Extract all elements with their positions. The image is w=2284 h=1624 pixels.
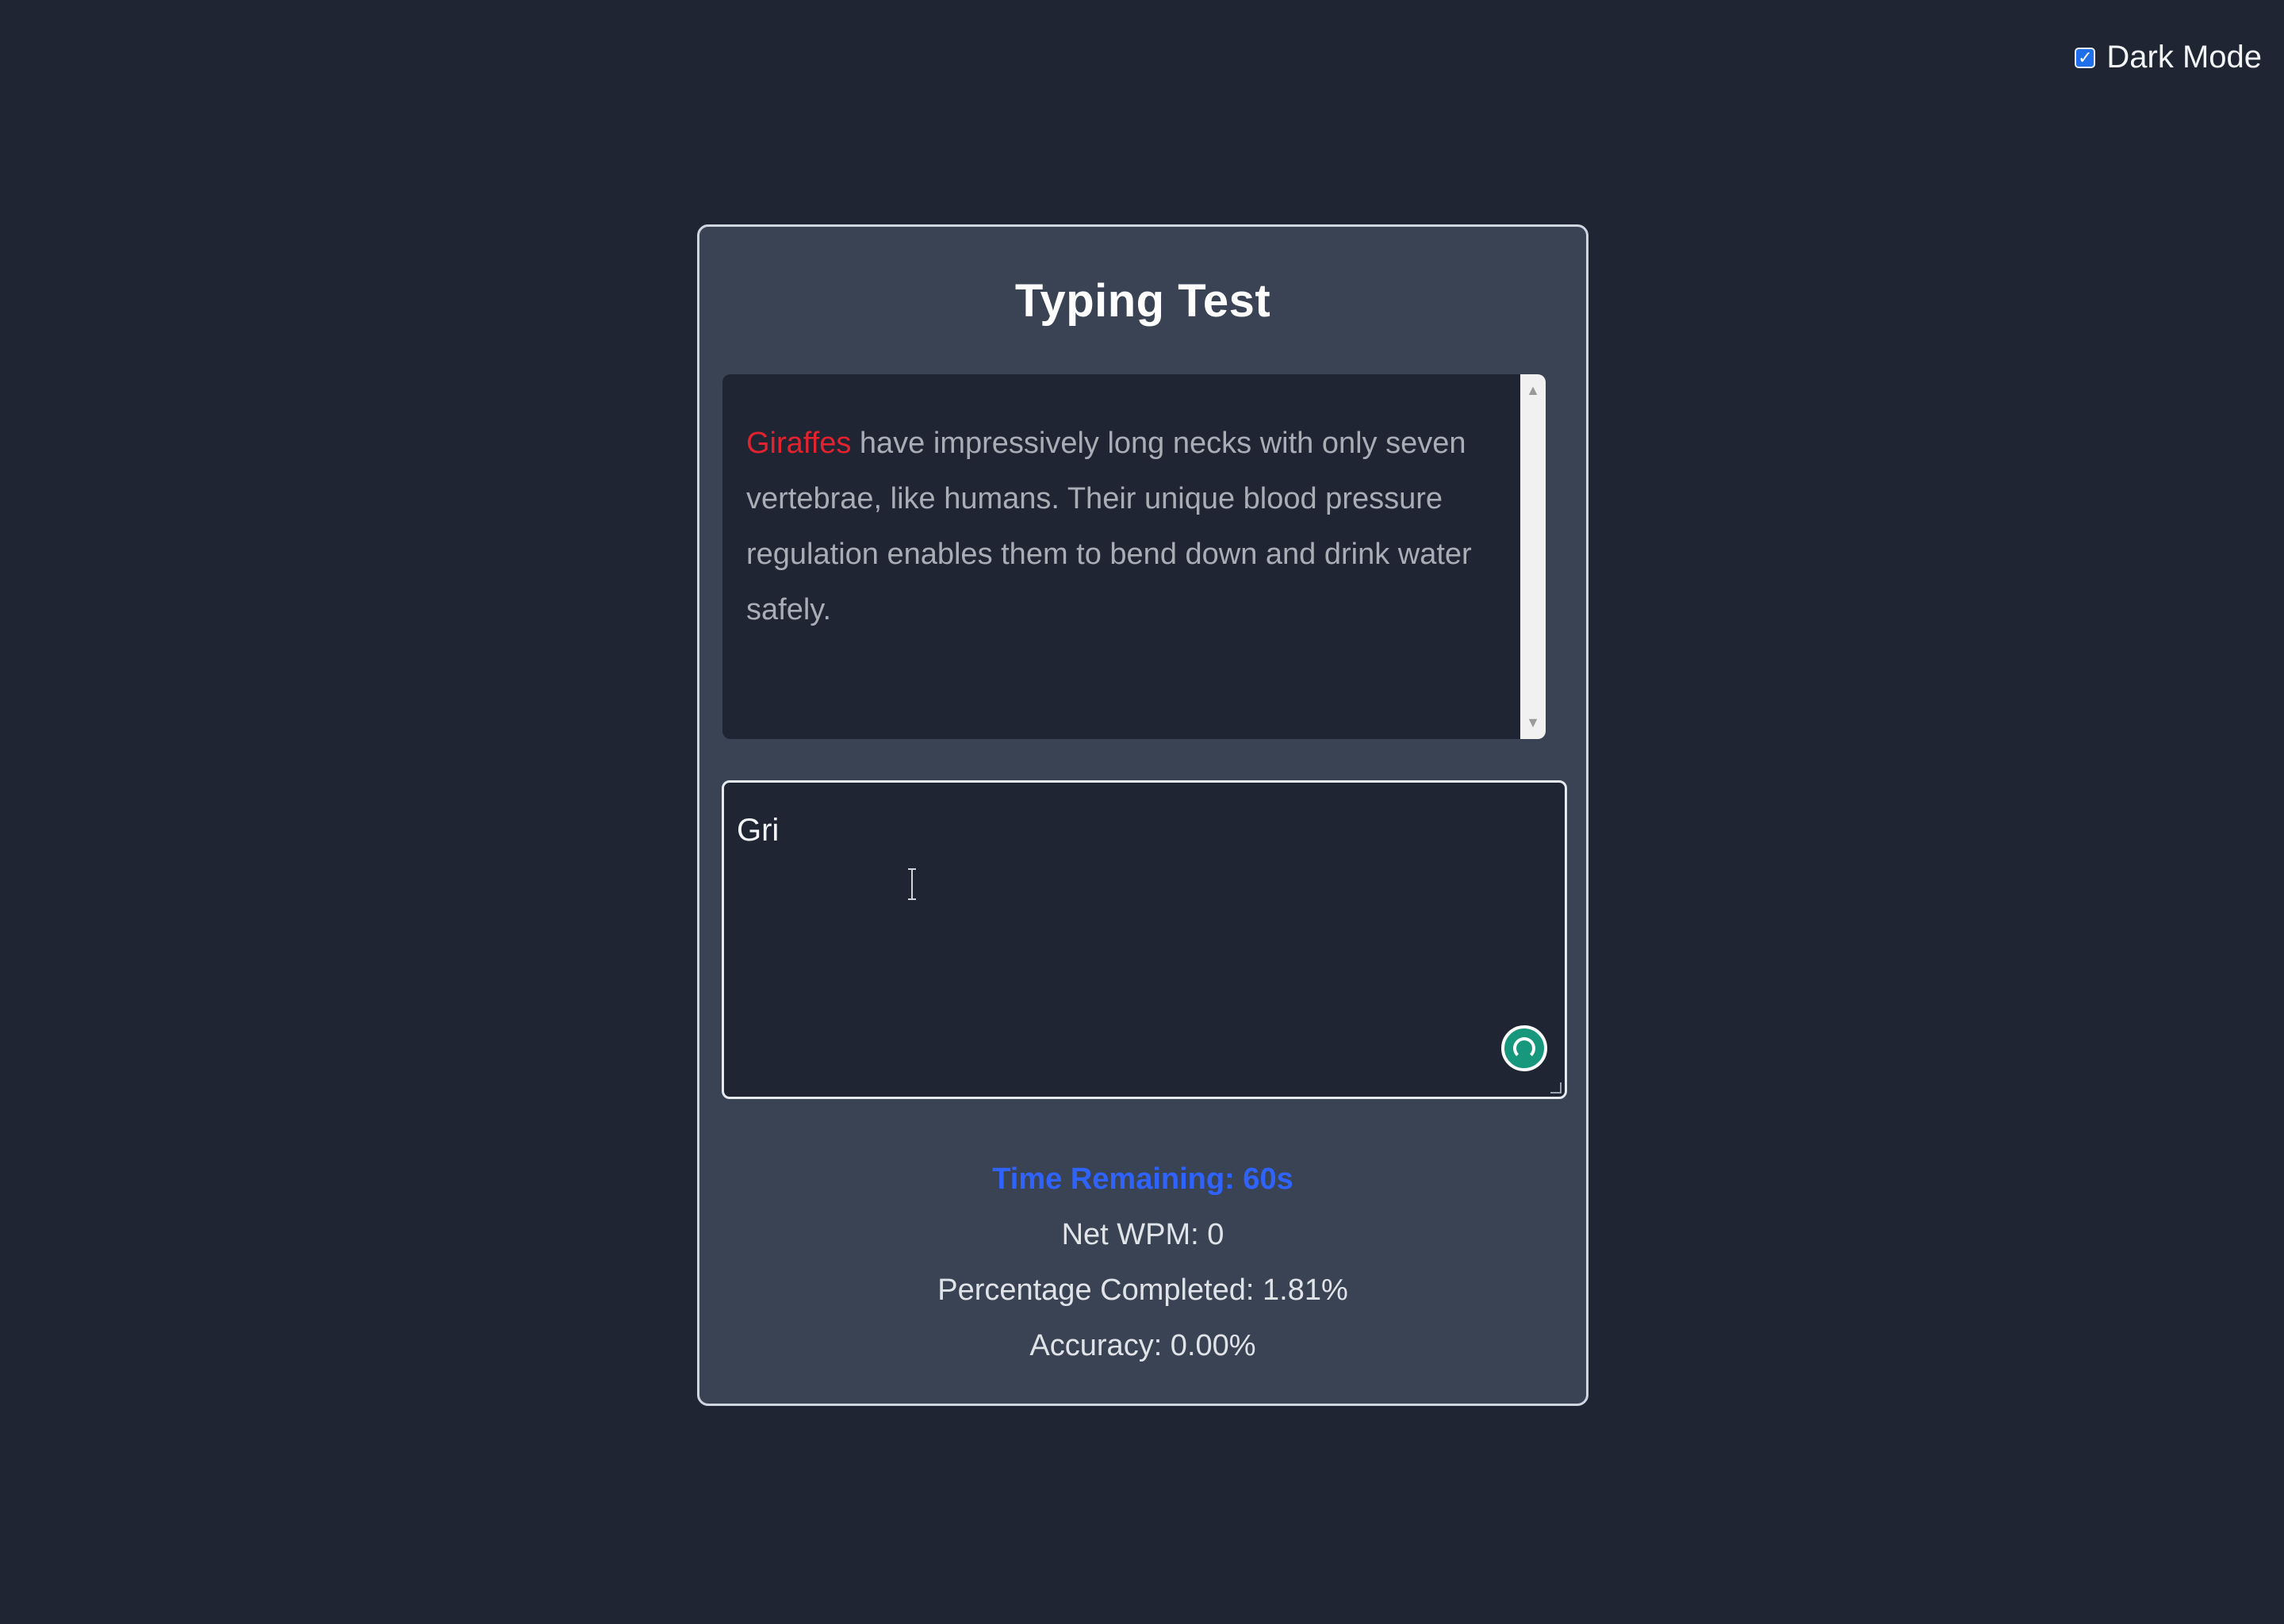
scroll-up-icon[interactable]: ▲	[1520, 382, 1546, 399]
dark-mode-checkbox[interactable]: ✓	[2075, 47, 2096, 68]
passage-text: Giraffes have impressively long necks wi…	[746, 416, 1495, 638]
passage-scrollbar[interactable]: ▲ ▼	[1520, 374, 1546, 739]
typed-text: Gri	[737, 813, 780, 848]
assistant-icon	[1513, 1037, 1535, 1059]
passage-rest: have impressively long necks with only s…	[746, 427, 1472, 626]
dark-mode-toggle[interactable]: ✓ Dark Mode	[2075, 40, 2262, 75]
typing-test-card: Typing Test Giraffes have impressively l…	[697, 224, 1588, 1406]
accuracy: Accuracy: 0.00%	[1029, 1329, 1256, 1362]
passage-box: Giraffes have impressively long necks wi…	[722, 374, 1546, 739]
dark-mode-label: Dark Mode	[2106, 40, 2262, 75]
resize-handle[interactable]	[1550, 1082, 1562, 1094]
percentage-completed: Percentage Completed: 1.81%	[937, 1274, 1348, 1307]
net-wpm: Net WPM: 0	[1061, 1218, 1224, 1251]
stats-panel: Time Remaining: 60s Net WPM: 0 Percentag…	[699, 1151, 1586, 1373]
scroll-down-icon[interactable]: ▼	[1520, 714, 1546, 731]
typing-input[interactable]: Gri	[722, 780, 1567, 1099]
page-title: Typing Test	[1014, 275, 1271, 327]
text-cursor-icon	[908, 868, 916, 900]
assistant-button[interactable]	[1501, 1025, 1547, 1071]
current-word: Giraffes	[746, 427, 852, 460]
time-remaining: Time Remaining: 60s	[992, 1162, 1293, 1196]
check-icon: ✓	[2078, 47, 2093, 67]
